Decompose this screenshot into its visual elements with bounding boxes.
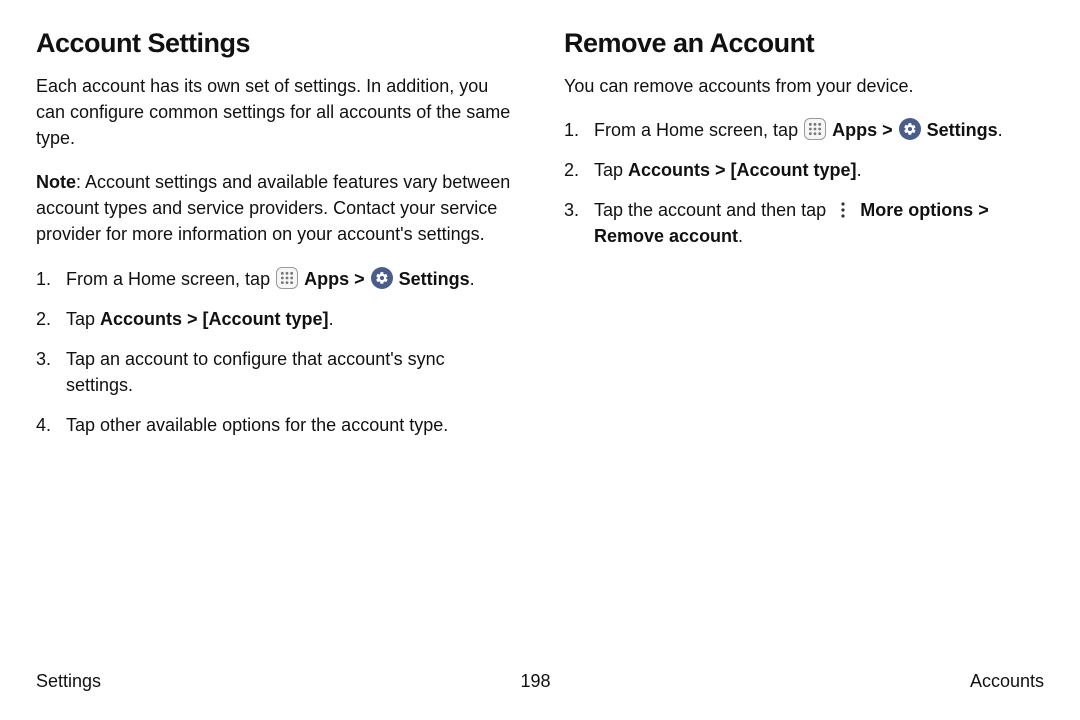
step-1: From a Home screen, tap Apps > Settings. <box>564 117 1044 143</box>
more-options-icon <box>832 199 854 221</box>
apps-icon <box>276 267 298 289</box>
intro-paragraph: Each account has its own set of settings… <box>36 73 516 151</box>
settings-label: Settings <box>399 269 470 289</box>
right-column: Remove an Account You can remove account… <box>564 28 1044 452</box>
step-4: Tap other available options for the acco… <box>36 412 516 438</box>
footer-page-number: 198 <box>520 671 550 692</box>
footer-right: Accounts <box>970 671 1044 692</box>
page-footer: Settings 198 Accounts <box>36 671 1044 692</box>
left-column: Account Settings Each account has its ow… <box>36 28 516 452</box>
remove-account-label: Remove account <box>594 226 738 246</box>
note-body: : Account settings and available feature… <box>36 172 510 244</box>
step-3: Tap an account to configure that account… <box>36 346 516 398</box>
step-3: Tap the account and then tap More option… <box>564 197 1044 249</box>
step-1: From a Home screen, tap Apps > Settings. <box>36 266 516 292</box>
step-2: Tap Accounts > [Account type]. <box>564 157 1044 183</box>
settings-label: Settings <box>927 120 998 140</box>
footer-left: Settings <box>36 671 101 692</box>
heading-remove-account: Remove an Account <box>564 28 1044 59</box>
steps-list-right: From a Home screen, tap Apps > Settings.… <box>564 117 1044 249</box>
note-label: Note <box>36 172 76 192</box>
apps-icon <box>804 118 826 140</box>
apps-label: Apps <box>304 269 349 289</box>
apps-label: Apps <box>832 120 877 140</box>
steps-list-left: From a Home screen, tap Apps > Settings.… <box>36 266 516 438</box>
intro-paragraph-right: You can remove accounts from your device… <box>564 73 1044 99</box>
settings-icon <box>371 267 393 289</box>
step-2: Tap Accounts > [Account type]. <box>36 306 516 332</box>
settings-icon <box>899 118 921 140</box>
more-options-label: More options <box>860 200 973 220</box>
note-paragraph: Note: Account settings and available fea… <box>36 169 516 247</box>
heading-account-settings: Account Settings <box>36 28 516 59</box>
